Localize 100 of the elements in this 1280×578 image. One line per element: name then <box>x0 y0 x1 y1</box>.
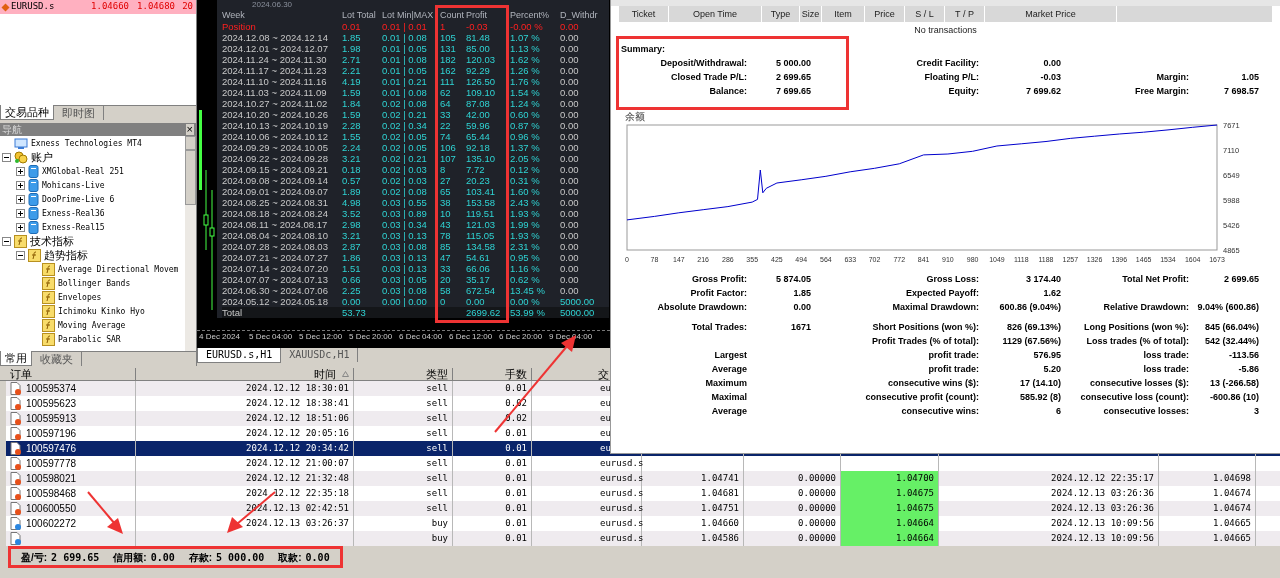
table-cell: 0.03 | 0.13 <box>382 230 427 241</box>
table-cell: 3.21 <box>342 153 361 164</box>
table-cell: 81.48 <box>466 32 490 43</box>
stat-label: consecutive losses ($): <box>1089 378 1189 388</box>
stat-label: consecutive loss (count): <box>1080 392 1189 402</box>
table-cell-text: 100597476 <box>26 442 77 456</box>
table-cell-text: 1.04681 <box>701 487 739 500</box>
table-cell: 1.62 % <box>510 54 540 65</box>
table-cell: 66.06 <box>466 263 490 274</box>
table-cell: 47 <box>440 252 451 263</box>
stat-value: 1671 <box>790 322 811 332</box>
table-cell: 120.03 <box>466 54 496 65</box>
table-cell: 2024.07.07 ~ 2024.07.13 <box>222 274 328 285</box>
table-cell-text: 0.01 <box>505 472 527 485</box>
table-cell-text: eu <box>600 382 611 395</box>
table-cell: 121.03 <box>466 219 496 230</box>
table-cell-text: 2024.12.13 03:26:37 <box>246 517 349 530</box>
table-cell-text: 0.02 <box>505 412 527 425</box>
table-cell-text: sell <box>426 412 448 425</box>
table-cell: 2024.09.29 ~ 2024.10.05 <box>222 142 328 153</box>
table-cell: 0.00 <box>560 208 579 219</box>
column-header: Item <box>822 6 865 22</box>
stat-label: Largest <box>714 350 747 360</box>
stat-label: Average <box>711 406 747 416</box>
table-cell-text: 1.04665 <box>1213 532 1251 545</box>
stat-value: 6 <box>1056 406 1061 416</box>
table-cell: 0.00 <box>560 274 579 285</box>
table-cell: 1.55 <box>342 131 361 142</box>
section-title: Summary: <box>620 43 666 56</box>
table-cell: 0.03 | 0.08 <box>382 241 427 252</box>
table-cell-text: sell <box>426 487 448 500</box>
table-cell-text: 1.04698 <box>1213 472 1251 485</box>
table-cell: 1.85 <box>342 32 361 43</box>
table-cell: 62 <box>440 87 451 98</box>
table-cell: 74 <box>440 131 451 142</box>
stat-value: -600.86 (10) <box>1209 392 1259 402</box>
table-cell: 0.57 <box>342 175 361 186</box>
table-cell: 0.12 % <box>510 164 540 175</box>
table-cell: 0.00 <box>560 32 579 43</box>
table-cell: 0.00 <box>560 142 579 153</box>
column-header: Lot Total <box>342 10 376 20</box>
table-cell-text: sell <box>426 472 448 485</box>
table-cell-text: 2024.12.13 10:09:56 <box>1051 532 1154 545</box>
table-cell-text: 1.04660 <box>701 517 739 530</box>
table-cell: 0.00 <box>560 219 579 230</box>
table-cell-text: 0.01 <box>505 427 527 440</box>
table-cell: 105 <box>440 32 456 43</box>
status-label: 存款: <box>188 550 213 565</box>
table-cell: 2024.11.03 ~ 2024.11.09 <box>222 87 327 98</box>
axis-label: 4 Dec 2024 <box>199 331 241 343</box>
table-cell-text: 0.00000 <box>798 532 836 545</box>
table-cell-text: sell <box>426 442 448 455</box>
stat-value: 1.05 <box>1241 72 1259 82</box>
stat-value: 5.20 <box>1043 364 1061 374</box>
table-cell: 2024.11.17 ~ 2024.11.23 <box>222 65 327 76</box>
table-cell: 53.99 % <box>510 307 545 318</box>
table-cell: 182 <box>440 54 456 65</box>
table-cell: 1 <box>440 21 446 32</box>
table-cell: 92.29 <box>466 65 490 76</box>
table-cell: 42.00 <box>466 109 490 120</box>
table-cell: 7.72 <box>466 164 485 175</box>
table-cell-text: sell <box>426 502 448 515</box>
table-cell: 131 <box>440 43 456 54</box>
table-cell: 126.50 <box>466 76 496 87</box>
table-cell: 0.01 | 0.05 <box>382 65 427 76</box>
table-cell-text: 1.04751 <box>701 502 739 515</box>
table-cell: 0.02 | 0.21 <box>382 153 427 164</box>
stat-label: Total Net Profit: <box>1122 274 1189 284</box>
table-cell: 672.54 <box>466 285 496 296</box>
table-cell: 13.45 % <box>510 285 545 296</box>
table-cell: 20.23 <box>466 175 490 186</box>
stat-value: 9.04% (600.86) <box>1197 302 1259 312</box>
stat-value: 7 699.65 <box>775 86 811 96</box>
stat-value: 7 699.62 <box>1025 86 1061 96</box>
table-cell: 5000.00 <box>560 307 595 318</box>
table-cell-text: 1.04680 <box>136 0 175 14</box>
table-cell-text: 2024.12.12 20:34:42 <box>246 442 349 455</box>
table-cell: 10 <box>440 208 451 219</box>
table-cell-text: eurusd.s <box>600 532 644 545</box>
table-cell: 65 <box>440 186 451 197</box>
table-cell: 2.24 <box>342 142 361 153</box>
column-header: Open Time <box>669 6 762 22</box>
table-cell: 1.07 % <box>510 32 540 43</box>
column-header: Ticket <box>619 6 669 22</box>
table-cell: 1.24 % <box>510 98 540 109</box>
table-cell: 0.00 % <box>510 296 540 307</box>
stat-label: Absolute Drawdown: <box>657 302 747 312</box>
stat-label: Floating P/L: <box>924 72 979 82</box>
table-cell: 106 <box>440 142 456 153</box>
table-cell-text: 2024.12.12 22:35:17 <box>1051 472 1154 485</box>
stat-label: Equity: <box>948 86 979 96</box>
table-cell-text: sell <box>426 457 448 470</box>
table-cell-text: 0.01 <box>505 517 527 530</box>
table-cell: 4.98 <box>342 197 361 208</box>
table-cell: 111 <box>440 76 455 87</box>
table-cell: 1.84 <box>342 98 361 109</box>
column-header: Week <box>222 10 245 20</box>
stat-value: 3 174.40 <box>1025 274 1061 284</box>
status-value: 0.00 <box>150 550 175 565</box>
stat-value: 600.86 (9.04%) <box>999 302 1061 312</box>
